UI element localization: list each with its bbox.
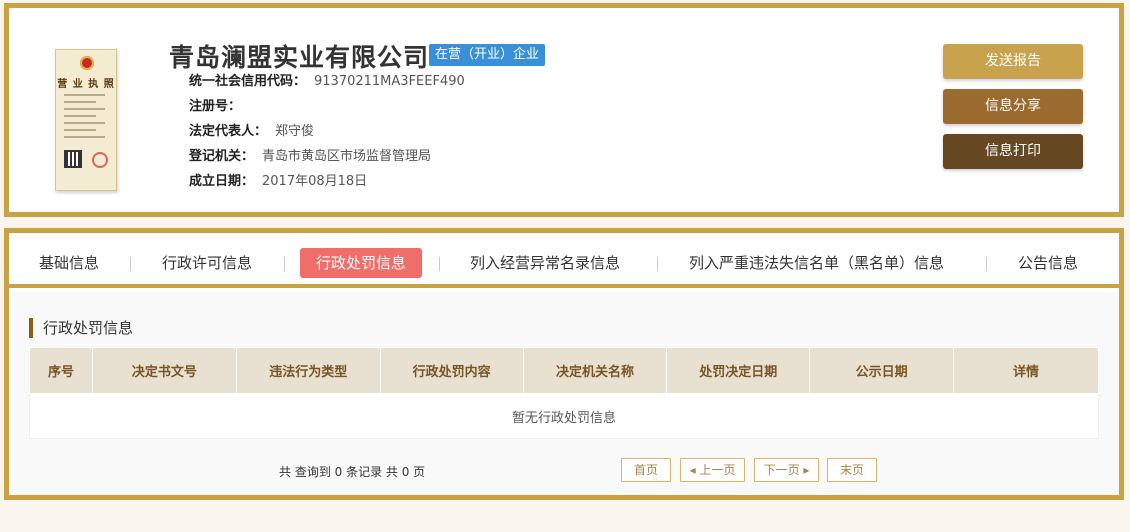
tab-separator: [439, 257, 440, 271]
registration-number-row: 注册号：: [189, 98, 249, 116]
registration-authority-label: 登记机关：: [189, 149, 255, 164]
tab-separator: [657, 257, 658, 271]
penalty-table: 序号 决定书文号 违法行为类型 行政处罚内容 决定机关名称 处罚决定日期 公示日…: [29, 347, 1099, 439]
last-page-button[interactable]: 末页: [827, 458, 877, 482]
company-name: 青岛澜盟实业有限公司: [169, 43, 430, 72]
official-seal-icon: [92, 152, 108, 168]
info-tab-bar: 基础信息 行政许可信息 行政处罚信息 列入经营异常名录信息 列入严重违法失信名单…: [9, 233, 1119, 288]
column-header: 详情: [953, 347, 1099, 394]
tab-separator: [986, 257, 987, 271]
credit-code-label: 统一社会信用代码：: [189, 74, 307, 89]
next-page-button[interactable]: 下一页 ▸: [754, 458, 819, 482]
status-badge: 在营（开业）企业: [429, 44, 546, 66]
registration-authority-row: 登记机关： 青岛市黄岛区市场监督管理局: [189, 148, 431, 166]
first-page-button[interactable]: 首页: [621, 458, 671, 482]
prev-page-label: 上一页: [699, 463, 736, 477]
column-header: 决定书文号: [91, 347, 237, 394]
tab-admin-penalty[interactable]: 行政处罚信息: [300, 248, 423, 278]
qr-code-icon: [64, 150, 82, 168]
tab-separator: [130, 257, 131, 271]
license-title: 营 业 执 照: [57, 79, 115, 90]
credit-code-row: 统一社会信用代码： 91370211MA3FEEF490: [189, 73, 465, 91]
registration-authority-value: 青岛市黄岛区市场监督管理局: [262, 149, 432, 164]
tab-abnormal-operation[interactable]: 列入经营异常名录信息: [470, 248, 620, 278]
tab-basic-info[interactable]: 基础信息: [39, 248, 99, 278]
establishment-date-value: 2017年08月18日: [262, 174, 368, 189]
column-header: 违法行为类型: [235, 347, 381, 394]
column-header: 公示日期: [809, 347, 955, 394]
pager-summary: 共 查询到 0 条记录 共 0 页: [279, 465, 426, 479]
business-license-image[interactable]: 营 业 执 照: [55, 49, 117, 191]
company-header-card: 营 业 执 照 青岛澜盟实业有限公司 在营（开业）企业 统一社会信用代码： 913…: [4, 3, 1124, 217]
table-header-row: 序号 决定书文号 违法行为类型 行政处罚内容 决定机关名称 处罚决定日期 公示日…: [29, 347, 1099, 394]
column-header: 序号: [29, 347, 93, 394]
column-header: 行政处罚内容: [379, 347, 524, 394]
chevron-right-icon: ▸: [803, 463, 810, 477]
legal-representative-row: 法定代表人： 郑守俊: [189, 123, 314, 141]
establishment-date-row: 成立日期： 2017年08月18日: [189, 173, 367, 191]
share-info-button[interactable]: 信息分享: [943, 89, 1083, 124]
print-info-button[interactable]: 信息打印: [943, 134, 1083, 169]
next-page-label: 下一页: [763, 463, 800, 477]
section-title: 行政处罚信息: [29, 318, 133, 338]
credit-code-value: 91370211MA3FEEF490: [314, 74, 465, 89]
admin-penalty-section: 行政处罚信息 序号 决定书文号 违法行为类型 行政处罚内容 决定机关名称 处罚决…: [9, 292, 1119, 495]
license-text-lines: [64, 94, 110, 143]
column-header: 处罚决定日期: [666, 347, 811, 394]
registration-number-label: 注册号：: [189, 99, 242, 114]
empty-table-message: 暂无行政处罚信息: [29, 393, 1099, 439]
tab-admin-license[interactable]: 行政许可信息: [162, 248, 252, 278]
tab-announcements[interactable]: 公告信息: [1018, 248, 1078, 278]
column-header: 决定机关名称: [522, 347, 668, 394]
info-main-card: 基础信息 行政许可信息 行政处罚信息 列入经营异常名录信息 列入严重违法失信名单…: [4, 228, 1124, 500]
prev-page-button[interactable]: ◂ 上一页: [680, 458, 745, 482]
national-emblem-icon: [80, 56, 94, 70]
legal-representative-value: 郑守俊: [275, 124, 315, 139]
establishment-date-label: 成立日期：: [189, 174, 255, 189]
tab-blacklist[interactable]: 列入严重违法失信名单（黑名单）信息: [689, 248, 944, 278]
tab-separator: [284, 257, 285, 271]
chevron-left-icon: ◂: [689, 463, 696, 477]
send-report-button[interactable]: 发送报告: [943, 44, 1083, 79]
legal-representative-label: 法定代表人：: [189, 124, 268, 139]
table-row: 暂无行政处罚信息: [29, 393, 1099, 439]
